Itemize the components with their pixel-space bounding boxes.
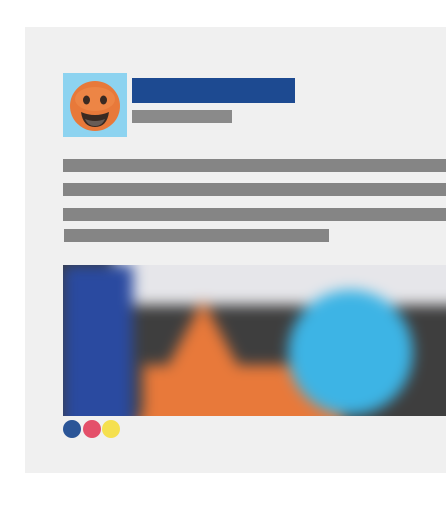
media-blur-layer (63, 265, 446, 416)
reaction-dot-blue[interactable] (63, 420, 81, 438)
post-meta-placeholder (132, 110, 232, 123)
post-text-line (63, 208, 446, 221)
media-blue-rectangle (63, 265, 133, 416)
author-name-placeholder[interactable] (132, 78, 295, 103)
post-text-line (63, 183, 446, 196)
media-orange-triangle (128, 300, 278, 416)
media-blue-circle (288, 290, 413, 415)
reaction-dot-yellow[interactable] (102, 420, 120, 438)
avatar[interactable] (63, 73, 127, 137)
post-text-line (63, 159, 446, 172)
post-media-image[interactable] (63, 265, 446, 416)
smiley-face-icon (70, 81, 120, 131)
post-card (25, 27, 446, 473)
reaction-dot-red[interactable] (83, 420, 101, 438)
post-text-line (64, 229, 329, 242)
